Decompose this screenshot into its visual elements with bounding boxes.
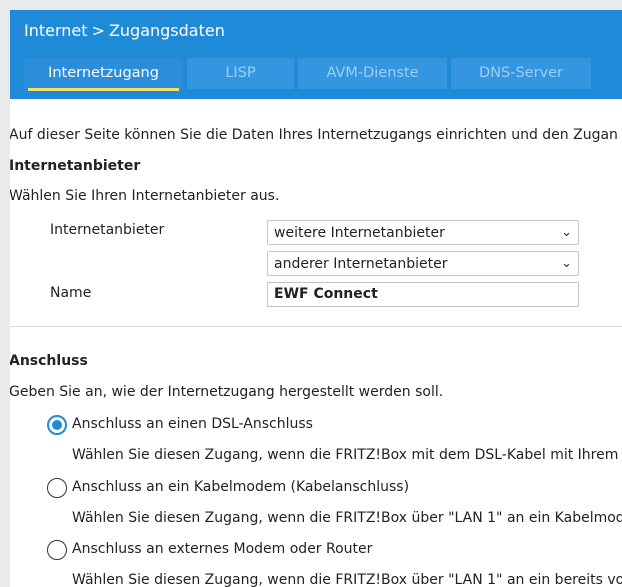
radio-dsl[interactable] [47,415,67,435]
tab-dns-server[interactable]: DNS-Server [451,58,591,89]
chevron-down-icon: ⌄ [561,256,572,271]
breadcrumb-zugangsdaten: Zugangsdaten [108,21,225,40]
connection-description: Geben Sie an, wie der Internetzugang her… [10,384,444,400]
radio-cable[interactable] [47,478,67,498]
provider-description: Wählen Sie Ihren Internetanbieter aus. [10,188,280,204]
name-input[interactable]: EWF Connect [267,282,579,307]
breadcrumb-internet[interactable]: Internet [24,21,88,40]
name-label: Name [50,285,92,301]
provider-heading: Internetanbieter [10,158,141,174]
provider-label: Internetanbieter [50,222,165,238]
option-router-description: Wählen Sie diesen Zugang, wenn die FRITZ… [72,572,622,587]
provider-select[interactable]: weitere Internetanbieter ⌄ [267,220,579,245]
page-frame: Internet > Zugangsdaten Internetzugang LIS… [10,10,622,587]
breadcrumb-separator: > [91,21,105,40]
option-dsl-label[interactable]: Anschluss an einen DSL-Anschluss [72,416,313,432]
page-header: Internet > Zugangsdaten Internetzugang LIS… [10,10,622,99]
section-divider [10,326,622,327]
tab-avm-dienste[interactable]: AVM-Dienste [298,58,447,89]
tab-lisp[interactable]: LISP [187,58,294,89]
provider-subselect-value: anderer Internetanbieter [274,256,448,272]
option-router-label[interactable]: Anschluss an externes Modem oder Router [72,541,372,557]
tab-internetzugang[interactable]: Internetzugang [24,58,183,91]
radio-router[interactable] [47,540,67,560]
option-cable-label[interactable]: Anschluss an ein Kabelmodem (Kabelanschl… [72,479,409,495]
connection-heading: Anschluss [10,353,88,369]
chevron-down-icon: ⌄ [561,225,572,240]
intro-text: Auf dieser Seite können Sie die Daten Ih… [10,127,618,143]
provider-select-value: weitere Internetanbieter [274,225,445,241]
provider-subselect[interactable]: anderer Internetanbieter ⌄ [267,251,579,276]
option-cable-description: Wählen Sie diesen Zugang, wenn die FRITZ… [72,510,622,526]
option-dsl-description: Wählen Sie diesen Zugang, wenn die FRITZ… [72,447,622,463]
breadcrumb: Internet > Zugangsdaten [24,21,225,40]
